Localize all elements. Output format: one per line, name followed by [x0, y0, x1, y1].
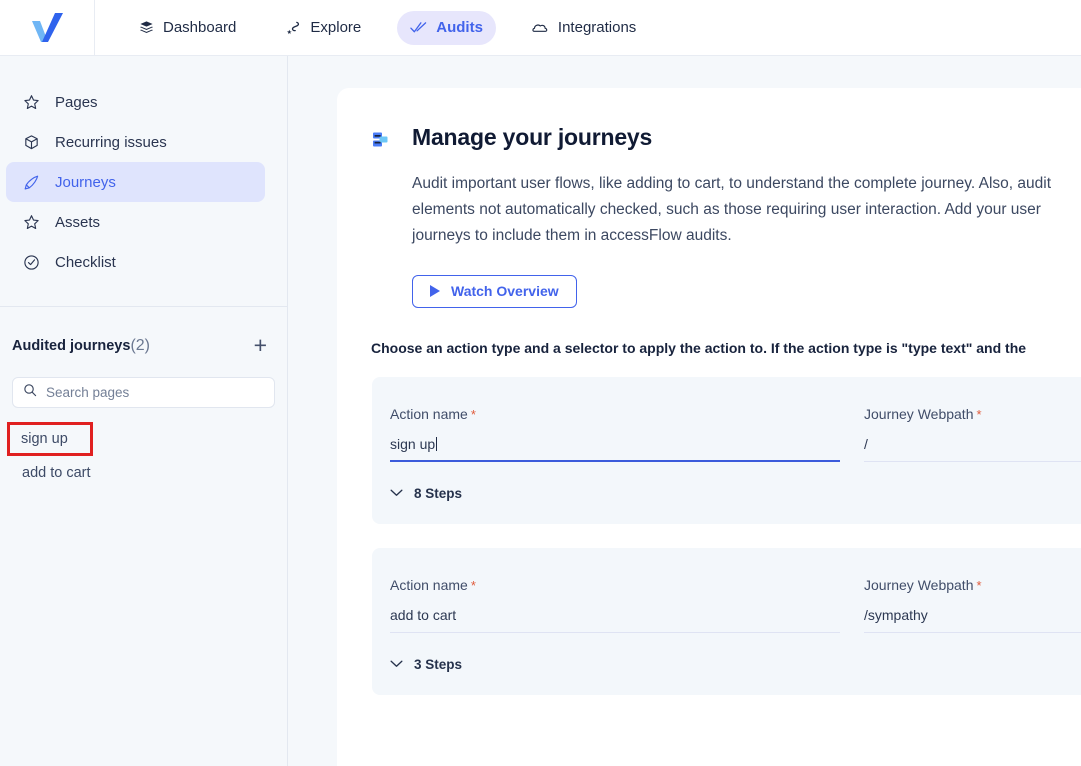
nav-item-integrations[interactable]: Integrations	[519, 11, 649, 45]
cube-icon	[22, 134, 40, 151]
double-check-icon	[410, 20, 427, 35]
sidebar-item-label: Recurring issues	[55, 133, 167, 151]
journey-list-item-add-to-cart[interactable]: add to cart	[8, 456, 279, 490]
journey-card-row: Action name * sign up Journey Webpath * /	[372, 406, 1081, 462]
layers-icon	[139, 20, 154, 35]
action-type-instructions: Choose an action type and a selector to …	[371, 339, 1027, 356]
sidebar-item-label: Assets	[55, 213, 101, 231]
nav-item-label: Integrations	[557, 19, 637, 36]
action-name-label: Action name *	[390, 577, 840, 593]
required-marker: *	[976, 577, 982, 593]
journey-item-label: add to cart	[22, 465, 91, 481]
page-description: Audit important user flows, like adding …	[412, 175, 1052, 244]
journey-cards-list: Action name * sign up Journey Webpath * /	[337, 376, 1081, 695]
watch-overview-button[interactable]: Watch Overview	[412, 274, 577, 308]
action-name-value: add to cart	[390, 606, 457, 623]
journey-webpath-input[interactable]: /	[864, 436, 1081, 462]
nav-item-label: Dashboard	[163, 19, 237, 36]
text-caret	[436, 436, 438, 451]
journey-item-label: sign up	[21, 431, 68, 447]
accessflow-logo-icon	[32, 12, 63, 42]
sidebar-nav-list: Pages Recurring issues Journeys Assets C…	[0, 56, 287, 282]
chevron-down-icon	[390, 660, 403, 668]
sidebar-item-pages[interactable]: Pages	[6, 82, 265, 122]
search-input[interactable]	[46, 385, 264, 400]
app-logo[interactable]	[0, 0, 95, 56]
journey-webpath-label: Journey Webpath *	[864, 406, 1081, 422]
hero-section: Manage your journeys Audit important use…	[337, 124, 1081, 308]
action-name-field-group: Action name * add to cart	[390, 577, 840, 633]
journey-card: Action name * sign up Journey Webpath * /	[372, 376, 1081, 524]
plus-icon[interactable]: +	[254, 334, 267, 357]
nav-item-explore[interactable]: Explore	[272, 11, 374, 45]
steps-toggle[interactable]: 8 Steps	[390, 486, 1081, 501]
required-marker: *	[470, 406, 476, 422]
search-pages-field[interactable]	[12, 377, 275, 408]
sidebar-item-label: Journeys	[55, 173, 116, 191]
play-icon	[430, 285, 440, 298]
main-content-area: Manage your journeys Audit important use…	[288, 56, 1081, 766]
nav-item-audits[interactable]: Audits	[397, 10, 496, 45]
chevron-down-icon	[390, 489, 403, 497]
rocket-icon	[22, 174, 40, 191]
journey-webpath-value: /sympathy	[864, 606, 928, 623]
journeys-panel: Manage your journeys Audit important use…	[337, 88, 1081, 766]
sidebar-item-assets[interactable]: Assets	[6, 202, 265, 242]
journey-list-item-sign-up[interactable]: sign up	[7, 422, 93, 456]
sidebar-item-label: Pages	[55, 93, 98, 111]
audited-journeys-header: Audited journeys(2) +	[0, 307, 287, 357]
nav-item-list: Dashboard Explore Audits Integrations	[95, 0, 672, 56]
check-circle-icon	[22, 254, 40, 271]
nav-item-label: Audits	[436, 19, 483, 36]
steps-label: 8 Steps	[414, 485, 463, 501]
sidebar-item-recurring-issues[interactable]: Recurring issues	[6, 122, 265, 162]
required-marker: *	[976, 406, 982, 422]
steps-toggle[interactable]: 3 Steps	[390, 657, 1081, 672]
journeys-layers-icon	[371, 124, 391, 308]
top-navigation-bar: Dashboard Explore Audits Integrations	[0, 0, 1081, 56]
path-icon	[285, 20, 301, 36]
steps-label: 3 Steps	[414, 656, 463, 672]
nav-item-dashboard[interactable]: Dashboard	[126, 11, 249, 45]
label-text: Journey Webpath	[864, 405, 974, 422]
action-name-input[interactable]: add to cart	[390, 607, 840, 633]
star-icon	[22, 214, 40, 231]
audited-journeys-title: Audited journeys(2)	[12, 337, 150, 355]
audited-journey-list: sign up add to cart	[0, 422, 287, 490]
journey-webpath-value: /	[864, 435, 868, 452]
section-count: (2)	[130, 336, 150, 354]
sidebar-item-label: Checklist	[55, 253, 116, 271]
action-name-value: sign up	[390, 435, 436, 452]
hero-body: Manage your journeys Audit important use…	[412, 124, 1060, 308]
sidebar-item-journeys[interactable]: Journeys	[6, 162, 265, 202]
journey-webpath-field-group: Journey Webpath * /	[864, 406, 1081, 462]
journey-card: Action name * add to cart Journey Webpath…	[372, 547, 1081, 695]
required-marker: *	[470, 577, 476, 593]
label-text: Action name	[390, 576, 468, 593]
action-name-label: Action name *	[390, 406, 840, 422]
watch-overview-label: Watch Overview	[451, 283, 559, 300]
cloud-icon	[532, 21, 549, 34]
nav-item-label: Explore	[310, 19, 362, 36]
journey-card-row: Action name * add to cart Journey Webpath…	[372, 577, 1081, 633]
search-icon	[23, 383, 37, 402]
page-title: Manage your journeys	[412, 124, 653, 150]
label-text: Journey Webpath	[864, 576, 974, 593]
journey-webpath-field-group: Journey Webpath * /sympathy	[864, 577, 1081, 633]
sidebar-item-checklist[interactable]: Checklist	[6, 242, 265, 282]
star-icon	[22, 94, 40, 111]
journey-webpath-input[interactable]: /sympathy	[864, 607, 1081, 633]
action-name-field-group: Action name * sign up	[390, 406, 840, 462]
journey-webpath-label: Journey Webpath *	[864, 577, 1081, 593]
label-text: Action name	[390, 405, 468, 422]
action-name-input[interactable]: sign up	[390, 436, 840, 462]
section-title-text: Audited journeys	[12, 337, 131, 354]
sidebar: Pages Recurring issues Journeys Assets C…	[0, 56, 288, 766]
